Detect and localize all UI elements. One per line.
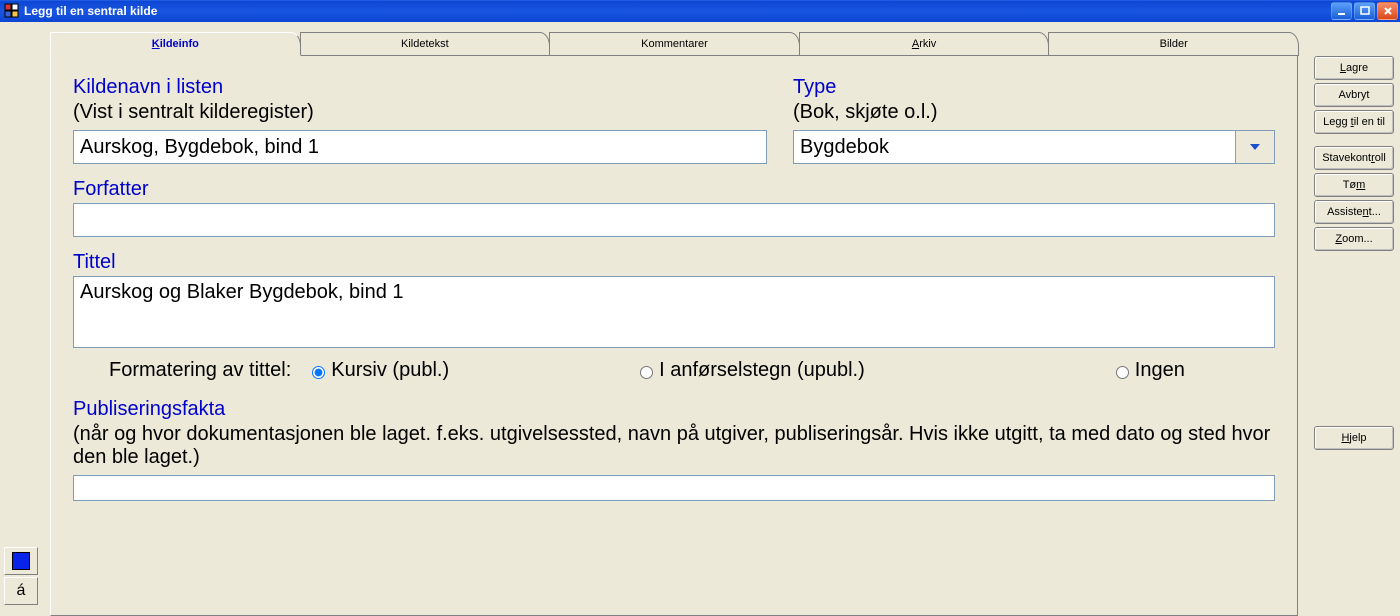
char-a-acute: á — [17, 582, 26, 600]
radio-anforsel-input[interactable] — [640, 366, 653, 379]
stavekontroll-button[interactable]: Stavekontroll — [1314, 146, 1394, 170]
close-button[interactable] — [1377, 2, 1398, 20]
left-dock: á — [4, 547, 38, 605]
radio-ingen[interactable]: Ingen — [1111, 359, 1185, 382]
kildenavn-label: Kildenavn i listen — [73, 76, 767, 99]
app-icon — [4, 3, 20, 19]
tab-kildeinfo[interactable]: Kildeinfo — [50, 32, 301, 56]
color-swatch-button[interactable] — [4, 547, 38, 575]
forfatter-input[interactable] — [73, 203, 1275, 237]
content: Kildeinfo Kildetekst Kommentarer Arkiv B… — [50, 32, 1298, 609]
kildenavn-sub: (Vist i sentralt kilderegister) — [73, 101, 767, 124]
row-forfatter: Forfatter — [73, 178, 1275, 237]
tab-bilder[interactable]: Bilder — [1048, 32, 1299, 56]
row-publ: Publiseringsfakta (når og hvor dokumenta… — [73, 398, 1275, 504]
avbryt-button[interactable]: Avbryt — [1314, 83, 1394, 107]
col-kildenavn: Kildenavn i listen (Vist i sentralt kild… — [73, 76, 767, 164]
tab-arkiv[interactable]: Arkiv — [799, 32, 1050, 56]
col-type: Type (Bok, skjøte o.l.) — [793, 76, 1275, 164]
publ-label: Publiseringsfakta — [73, 398, 1275, 421]
help-button-holder: Hjelp — [1314, 426, 1394, 450]
row-format: Formatering av tittel: Kursiv (publ.) I … — [109, 359, 1275, 382]
main-area: á Kildeinfo Kildetekst Kommentarer Arkiv… — [0, 22, 1400, 609]
window-title: Legg til en sentral kilde — [24, 4, 157, 18]
tab-kildetekst[interactable]: Kildetekst — [300, 32, 551, 56]
character-button[interactable]: á — [4, 577, 38, 605]
tom-button[interactable]: Tøm — [1314, 173, 1394, 197]
tittel-input[interactable] — [73, 276, 1275, 348]
blue-square-icon — [12, 552, 30, 570]
radio-ingen-input[interactable] — [1116, 366, 1129, 379]
panel-kildeinfo: Kildenavn i listen (Vist i sentralt kild… — [50, 56, 1298, 616]
zoom-button[interactable]: Zoom... — [1314, 227, 1394, 251]
type-input[interactable] — [793, 130, 1235, 164]
tittel-label: Tittel — [73, 251, 1275, 274]
legg-til-en-til-button[interactable]: Legg til en til — [1314, 110, 1394, 134]
publ-sub: (når og hvor dokumentasjonen ble laget. … — [73, 423, 1275, 469]
tabs: Kildeinfo Kildetekst Kommentarer Arkiv B… — [50, 32, 1298, 56]
chevron-down-icon — [1250, 144, 1260, 150]
radio-kursiv[interactable]: Kursiv (publ.) — [307, 359, 449, 382]
radio-anforsel[interactable]: I anførselstegn (upubl.) — [635, 359, 865, 382]
type-label: Type — [793, 76, 1275, 99]
type-combo — [793, 130, 1275, 164]
publ-input[interactable] — [73, 475, 1275, 501]
format-label: Formatering av tittel: — [109, 359, 291, 382]
row-kildenavn-type: Kildenavn i listen (Vist i sentralt kild… — [73, 76, 1275, 164]
window-controls — [1331, 2, 1398, 20]
lagre-button[interactable]: Lagre — [1314, 56, 1394, 80]
radio-kursiv-input[interactable] — [312, 366, 325, 379]
type-sub: (Bok, skjøte o.l.) — [793, 101, 1275, 124]
type-dropdown-button[interactable] — [1235, 130, 1275, 164]
assistent-button[interactable]: Assistent... — [1314, 200, 1394, 224]
row-tittel: Tittel — [73, 251, 1275, 351]
tab-kommentarer[interactable]: Kommentarer — [549, 32, 800, 56]
right-button-stack: Lagre Avbryt Legg til en til Stavekontro… — [1314, 56, 1394, 251]
hjelp-button[interactable]: Hjelp — [1314, 426, 1394, 450]
forfatter-label: Forfatter — [73, 178, 1275, 201]
kildenavn-input[interactable] — [73, 130, 767, 164]
titlebar: Legg til en sentral kilde — [0, 0, 1400, 22]
minimize-button[interactable] — [1331, 2, 1352, 20]
maximize-button[interactable] — [1354, 2, 1375, 20]
